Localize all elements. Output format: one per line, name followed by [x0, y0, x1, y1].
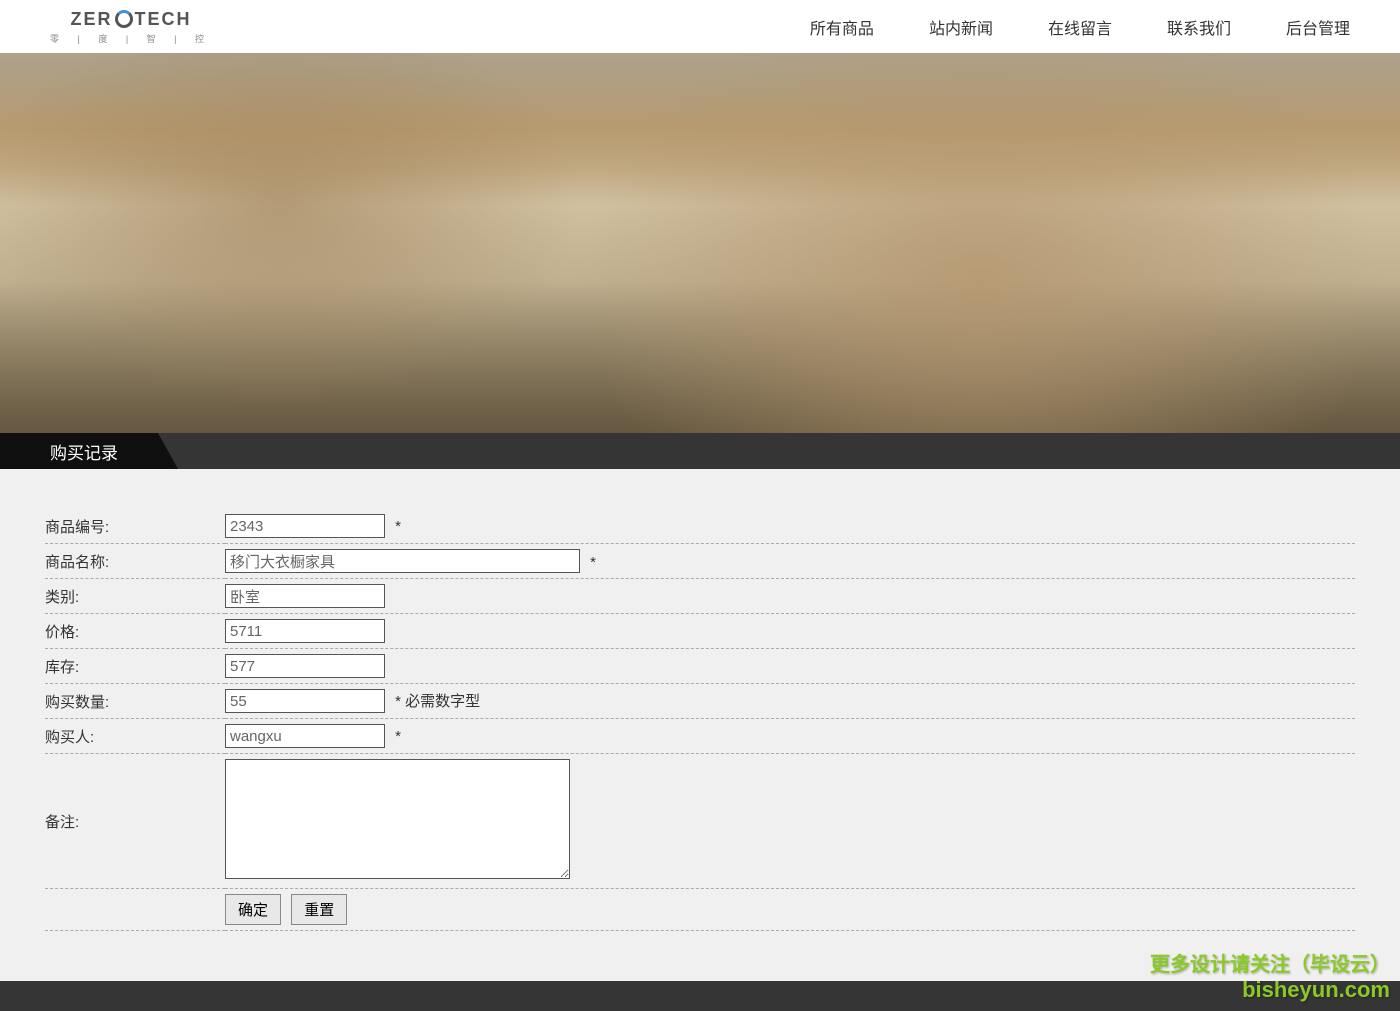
- label-product-name: 商品名称:: [45, 544, 225, 579]
- logo-o-icon: [115, 10, 133, 28]
- label-quantity: 购买数量:: [45, 684, 225, 719]
- note-product-id: *: [395, 518, 401, 535]
- note-buyer: *: [395, 728, 401, 745]
- ok-button[interactable]: 确定: [225, 894, 281, 925]
- row-remark: 备注:: [45, 754, 1355, 889]
- title-bar: 购买记录: [0, 433, 1400, 469]
- textarea-remark[interactable]: [225, 759, 570, 879]
- input-category[interactable]: [225, 584, 385, 608]
- label-buyer: 购买人:: [45, 719, 225, 754]
- nav-site-news[interactable]: 站内新闻: [929, 15, 993, 39]
- note-quantity: * 必需数字型: [395, 693, 480, 710]
- row-product-name: 商品名称: *: [45, 544, 1355, 579]
- row-quantity: 购买数量: * 必需数字型: [45, 684, 1355, 719]
- nav-all-products[interactable]: 所有商品: [810, 15, 874, 39]
- input-buyer[interactable]: [225, 724, 385, 748]
- nav-contact-us[interactable]: 联系我们: [1167, 15, 1231, 39]
- nav-admin[interactable]: 后台管理: [1286, 15, 1350, 39]
- reset-button[interactable]: 重置: [291, 894, 347, 925]
- content: 商品编号: * 商品名称: * 类别: 价格:: [0, 469, 1400, 981]
- input-quantity[interactable]: [225, 689, 385, 713]
- row-buttons: 确定 重置: [45, 889, 1355, 931]
- row-category: 类别:: [45, 579, 1355, 614]
- logo-sub: 零 | 度 | 智 | 控: [50, 32, 212, 45]
- footer-strip: [0, 981, 1400, 1011]
- logo-text2: TECH: [135, 9, 192, 30]
- row-price: 价格:: [45, 614, 1355, 649]
- note-product-name: *: [590, 554, 596, 571]
- logo: ZER TECH 零 | 度 | 智 | 控: [50, 9, 212, 45]
- form-table: 商品编号: * 商品名称: * 类别: 价格:: [45, 509, 1355, 931]
- row-stock: 库存:: [45, 649, 1355, 684]
- label-price: 价格:: [45, 614, 225, 649]
- nav-online-message[interactable]: 在线留言: [1048, 15, 1112, 39]
- input-stock[interactable]: [225, 654, 385, 678]
- header: ZER TECH 零 | 度 | 智 | 控 所有商品 站内新闻 在线留言 联系…: [0, 0, 1400, 53]
- label-category: 类别:: [45, 579, 225, 614]
- logo-main: ZER TECH: [71, 9, 192, 30]
- hero-banner: [0, 53, 1400, 433]
- label-stock: 库存:: [45, 649, 225, 684]
- nav: 所有商品 站内新闻 在线留言 联系我们 后台管理: [810, 15, 1350, 39]
- label-product-id: 商品编号:: [45, 509, 225, 544]
- row-buyer: 购买人: *: [45, 719, 1355, 754]
- input-price[interactable]: [225, 619, 385, 643]
- row-product-id: 商品编号: *: [45, 509, 1355, 544]
- input-product-name[interactable]: [225, 549, 580, 573]
- page-title: 购买记录: [0, 433, 178, 469]
- logo-text1: ZER: [71, 9, 113, 30]
- input-product-id[interactable]: [225, 514, 385, 538]
- label-remark: 备注:: [45, 754, 225, 889]
